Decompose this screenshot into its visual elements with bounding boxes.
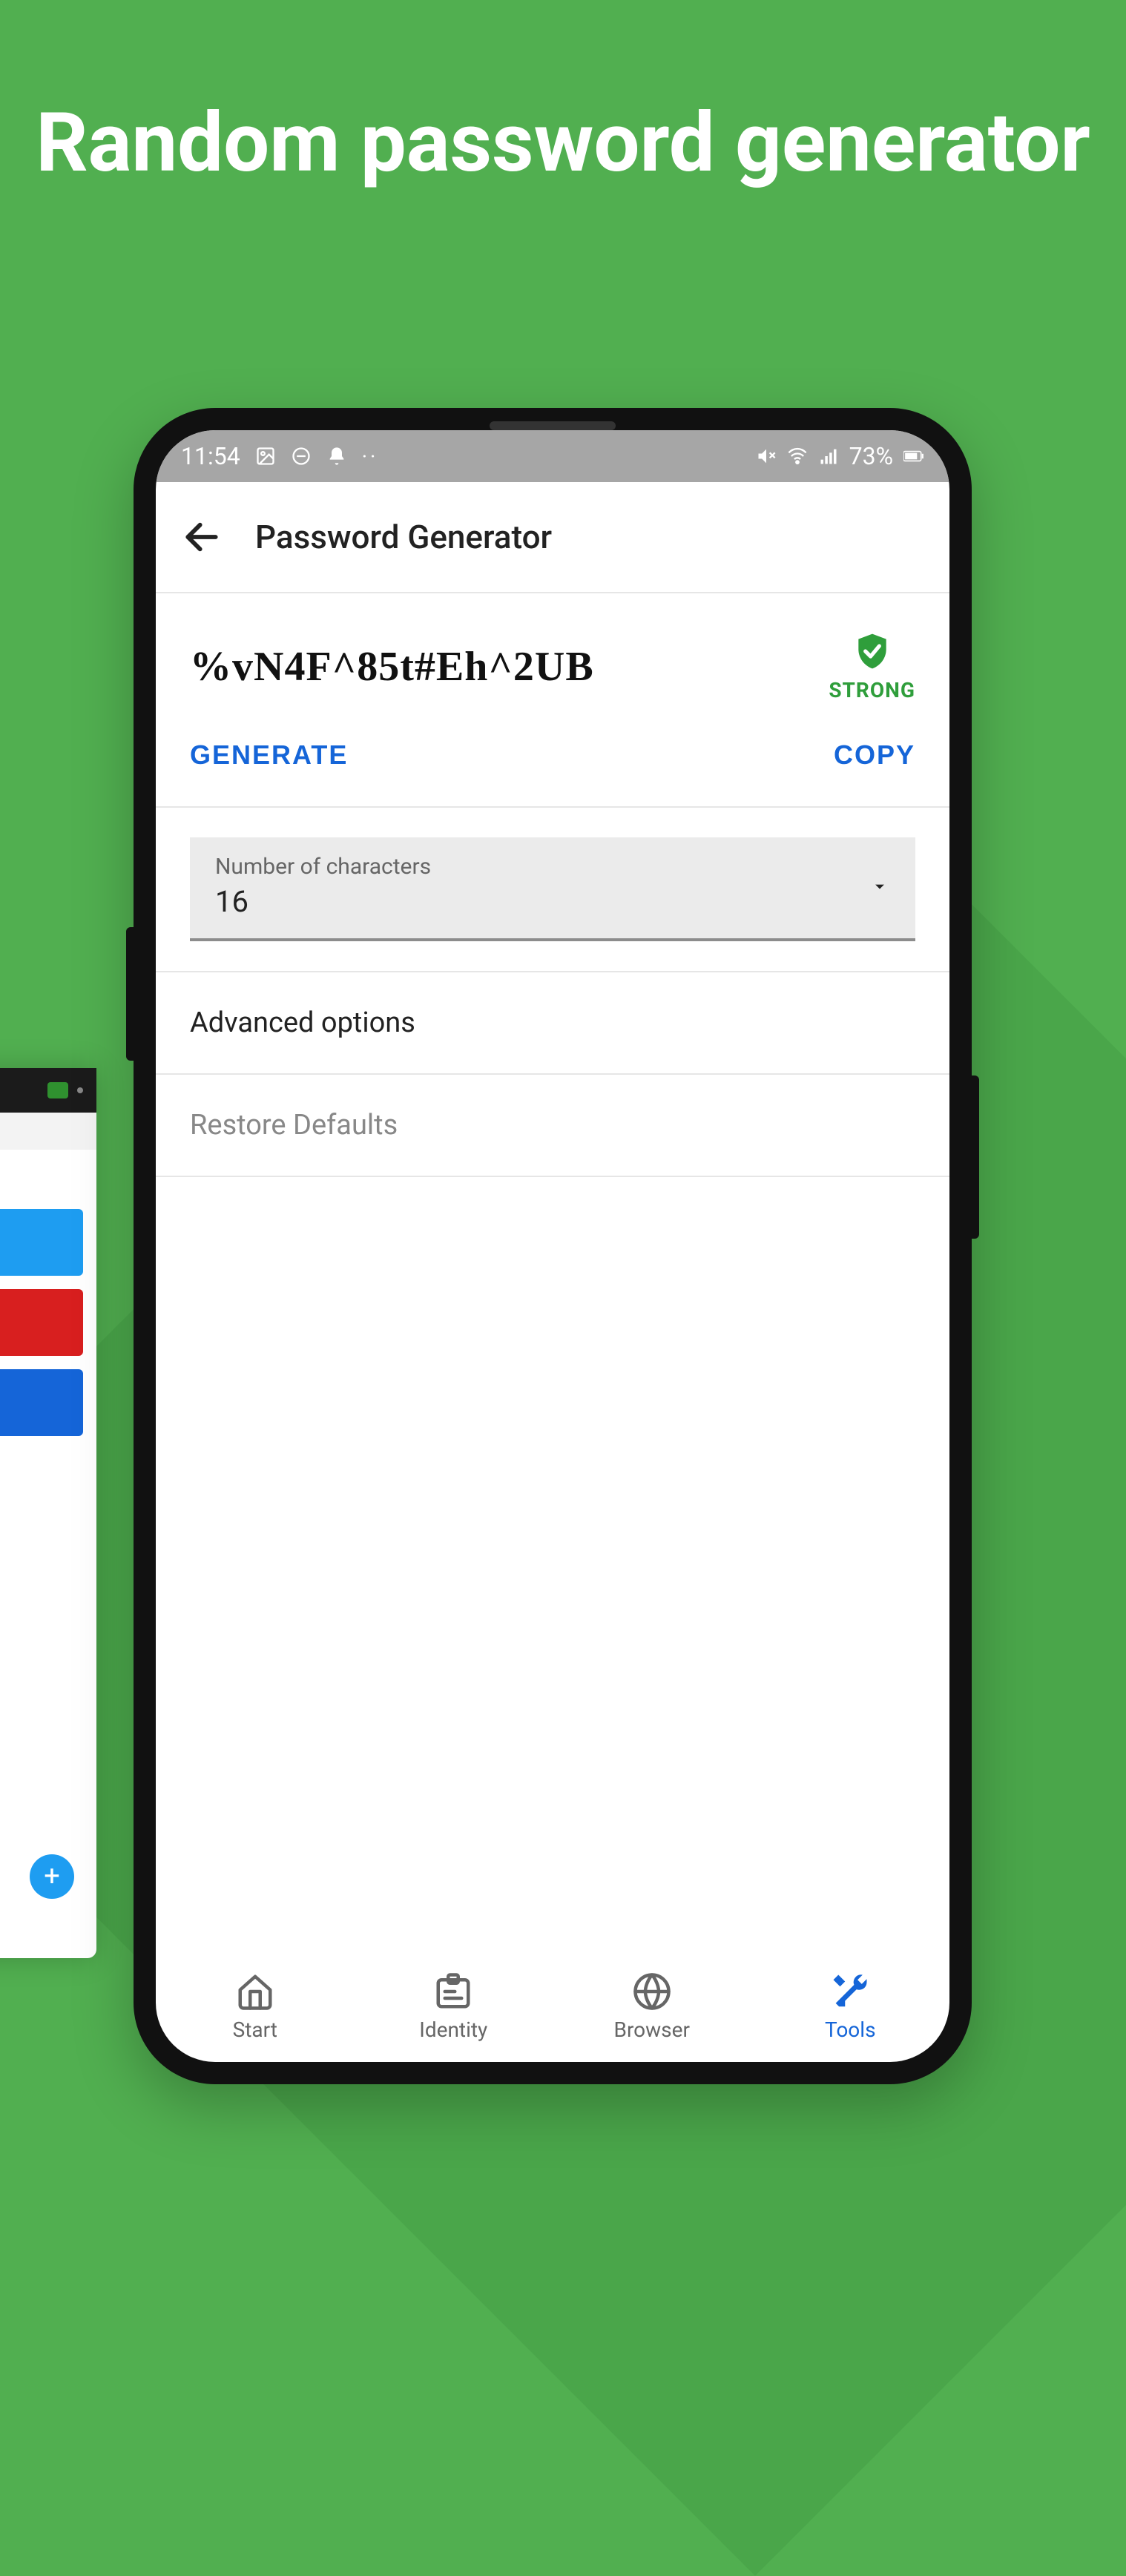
nav-label: Identity (419, 2017, 487, 2042)
statusbar-battery: 73% (849, 442, 893, 470)
char-count-value: 16 (215, 884, 890, 919)
back-button[interactable] (181, 516, 223, 558)
id-card-icon (433, 1971, 473, 2012)
copy-button[interactable]: COPY (834, 739, 915, 771)
page-title: Random password generator (0, 96, 1126, 191)
globe-icon (632, 1971, 672, 2012)
signal-icon (818, 446, 839, 467)
more-icon: ·· (362, 444, 379, 469)
strength-label: STRONG (829, 678, 915, 702)
mute-icon (756, 446, 777, 467)
password-row: %vN4F^85t#Eh^2UB STRONG (156, 593, 949, 717)
robot-icon (47, 1082, 68, 1098)
spacer (156, 1177, 949, 1951)
appbar: Password Generator (156, 482, 949, 593)
advanced-options-row[interactable]: Advanced options (156, 972, 949, 1075)
wifi-icon (787, 446, 808, 467)
appbar-title: Password Generator (255, 518, 552, 556)
bg-card (0, 1209, 83, 1276)
image-icon (255, 446, 276, 467)
chevron-down-icon (869, 876, 890, 900)
char-count-label: Number of characters (215, 854, 890, 880)
dnd-icon (291, 446, 312, 467)
menu-dot-icon (77, 1087, 83, 1093)
shield-check-icon (852, 630, 893, 672)
char-count-dropdown[interactable]: Number of characters 16 (190, 837, 915, 941)
battery-icon (903, 446, 924, 467)
strength-badge: STRONG (829, 630, 915, 702)
char-count-section: Number of characters 16 (156, 808, 949, 972)
restore-defaults-row[interactable]: Restore Defaults (156, 1075, 949, 1177)
bg-card: s o (0, 1289, 83, 1356)
fab-add-icon: + (30, 1854, 74, 1899)
nav-label: Start (233, 2017, 277, 2042)
action-row: GENERATE COPY (156, 717, 949, 808)
phone-frame: 11:54 ·· 73% Password Generator % (134, 408, 972, 2084)
nav-tab-identity[interactable]: Identity (355, 1951, 553, 2062)
statusbar-time: 11:54 (181, 442, 240, 470)
phone-speaker (490, 421, 616, 430)
nav-label: Browser (614, 2017, 690, 2042)
phone-side-button (970, 1075, 979, 1239)
statusbar: 11:54 ·· 73% (156, 430, 949, 482)
phone-side-button (126, 927, 135, 1061)
home-icon (235, 1971, 275, 2012)
nav-tab-start[interactable]: Start (156, 1951, 355, 2062)
nav-tab-tools[interactable]: Tools (751, 1951, 950, 2062)
generated-password: %vN4F^85t#Eh^2UB (190, 643, 806, 691)
nav-tab-browser[interactable]: Browser (553, 1951, 751, 2062)
phone-screen: 11:54 ·· 73% Password Generator % (156, 430, 949, 2062)
nav-label: Tools (825, 2017, 876, 2042)
bottom-nav: Start Identity Browser Tools (156, 1951, 949, 2062)
background-device: ail.com ▾ s o ox + (0, 1068, 96, 1958)
bg-card: ox (0, 1369, 83, 1436)
generate-button[interactable]: GENERATE (190, 739, 348, 771)
tools-icon (830, 1971, 870, 2012)
bell-icon (326, 446, 347, 467)
